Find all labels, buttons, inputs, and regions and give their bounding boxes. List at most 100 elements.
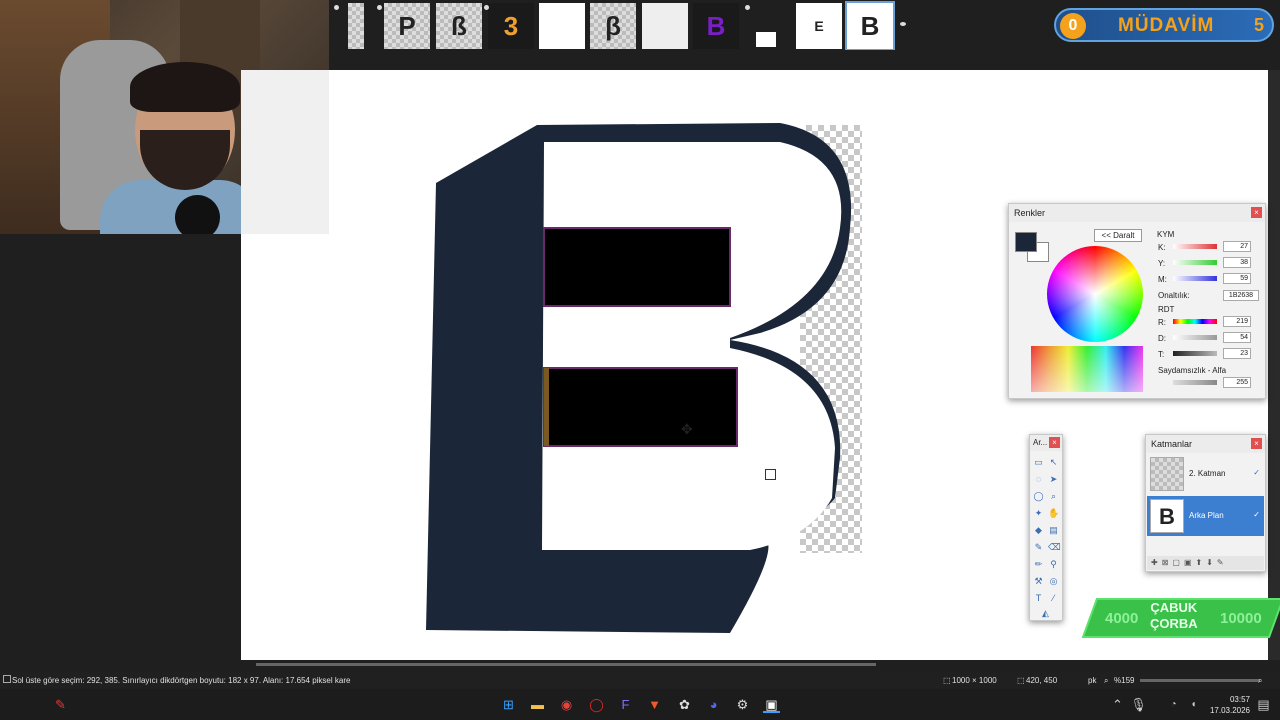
d-value-field[interactable]: 54 xyxy=(1223,332,1251,343)
windows-start-icon[interactable]: ⊞ xyxy=(500,696,517,713)
screen: P ß 3 β B E B 0 MÜDAVİM 5 ✥ Renkler × <<… xyxy=(0,0,1280,720)
paint-bucket-icon[interactable]: ◆ xyxy=(1033,525,1044,536)
image-tab[interactable]: ß xyxy=(436,3,482,49)
hue-slider[interactable] xyxy=(1173,319,1217,324)
volume-icon[interactable]: ◖ xyxy=(1185,696,1202,713)
close-icon[interactable]: × xyxy=(1049,437,1060,448)
m-value-field[interactable]: 59 xyxy=(1223,273,1251,284)
value-slider[interactable] xyxy=(1173,351,1217,356)
unit-selector[interactable]: pk xyxy=(1088,676,1096,685)
notification-icon[interactable]: ▤ xyxy=(1255,696,1272,713)
image-tab[interactable] xyxy=(642,3,688,49)
image-tab[interactable] xyxy=(348,3,364,49)
move-icon[interactable]: ↖ xyxy=(1048,457,1059,468)
ellipse-select-icon[interactable]: ◯ xyxy=(1033,491,1044,502)
k-slider[interactable] xyxy=(1173,244,1217,249)
t-value-field[interactable]: 23 xyxy=(1223,348,1251,359)
line-icon[interactable]: ⁄ xyxy=(1048,593,1059,604)
pencil-icon[interactable]: ✏ xyxy=(1033,559,1044,570)
zoom-in-icon[interactable]: ⌕ xyxy=(1258,676,1262,686)
image-tab[interactable]: B xyxy=(693,3,739,49)
image-tabs: P ß 3 β B E B xyxy=(334,0,910,51)
app-icon[interactable]: ⚙ xyxy=(734,696,751,713)
brave-icon[interactable]: ▼ xyxy=(646,696,663,713)
color-palette[interactable] xyxy=(1031,346,1143,392)
file-explorer-icon[interactable]: ▬ xyxy=(529,696,546,713)
image-size: 1000 × 1000 xyxy=(952,676,997,685)
opera-icon[interactable]: ◯ xyxy=(588,696,605,713)
magic-wand-icon[interactable]: ✦ xyxy=(1033,508,1044,519)
cmyk-header: KYM xyxy=(1157,230,1175,239)
gradient-icon[interactable]: ▤ xyxy=(1048,525,1059,536)
rect-select-icon[interactable]: ▭ xyxy=(1033,457,1044,468)
image-tab[interactable] xyxy=(756,32,776,47)
layers-panel: Katmanlar × 2. Katman ✓ B Arka Plan ✓ ✚⊠… xyxy=(1145,434,1266,572)
letter-b-artwork[interactable] xyxy=(420,118,870,638)
app-logo-icon: ✎ xyxy=(55,697,66,712)
image-tab[interactable] xyxy=(539,3,585,49)
brush-icon[interactable]: ✎ xyxy=(1033,542,1044,553)
eraser-icon[interactable]: ⌫ xyxy=(1048,542,1061,553)
chrome-icon[interactable]: ◉ xyxy=(558,696,575,713)
discord-icon[interactable]: ◕ xyxy=(705,696,722,713)
zoom-out-icon[interactable]: ⌕ xyxy=(1104,676,1108,686)
lasso-icon[interactable]: ◌ xyxy=(1033,474,1044,485)
text-icon[interactable]: T xyxy=(1033,593,1044,604)
network-icon[interactable]: ◔ xyxy=(1165,696,1182,713)
alpha-value-field[interactable]: 255 xyxy=(1223,377,1251,388)
letter-b-shape xyxy=(426,123,852,633)
paintdotnet-icon[interactable]: ▣ xyxy=(763,696,780,713)
close-icon[interactable]: × xyxy=(1251,438,1262,449)
image-tab-active[interactable]: B xyxy=(845,1,895,51)
layer-item-selected[interactable]: B Arka Plan ✓ xyxy=(1147,496,1264,536)
m-slider[interactable] xyxy=(1173,276,1217,281)
move-cursor-icon: ✥ xyxy=(681,421,693,437)
colors-panel-title: Renkler xyxy=(1009,204,1265,222)
color-wheel[interactable] xyxy=(1047,246,1143,342)
alpha-label: Saydamsızlık - Alfa xyxy=(1158,366,1227,375)
hex-field[interactable]: 1B2638 xyxy=(1223,290,1259,301)
microphone-icon[interactable]: 🎙 xyxy=(1130,696,1147,713)
layers-toolbar[interactable]: ✚⊠▢▣⬆⬇✎ xyxy=(1147,556,1264,570)
pan-icon[interactable]: ✋ xyxy=(1048,508,1059,519)
image-tab[interactable]: P xyxy=(384,3,430,49)
image-tab[interactable]: 3 xyxy=(488,3,534,49)
chatgpt-icon[interactable]: ✿ xyxy=(676,696,693,713)
vertical-scrollbar[interactable] xyxy=(1268,70,1280,660)
r-value-field[interactable]: 219 xyxy=(1223,316,1251,327)
primary-color-swatch[interactable] xyxy=(1015,232,1037,252)
layer-visibility-checkbox[interactable]: ✓ xyxy=(1253,468,1260,477)
zoom-level[interactable]: %159 xyxy=(1114,676,1134,685)
close-icon[interactable]: × xyxy=(1251,207,1262,218)
layer-thumbnail: B xyxy=(1150,499,1184,533)
corba-right-value: 10000 xyxy=(1220,610,1262,627)
color-picker-icon[interactable]: ⚲ xyxy=(1048,559,1059,570)
image-tab[interactable]: E xyxy=(796,3,842,49)
clock[interactable]: 03:57 17.03.2026 xyxy=(1210,694,1250,716)
selection-handle[interactable] xyxy=(765,469,776,480)
tray-expand-icon[interactable]: ⌃ xyxy=(1109,696,1126,713)
image-tab[interactable]: β xyxy=(590,3,636,49)
horizontal-scrollbar[interactable] xyxy=(256,663,876,666)
move-selection-icon[interactable]: ➤ xyxy=(1048,474,1059,485)
saturation-slider[interactable] xyxy=(1173,335,1217,340)
recolor-icon[interactable]: ◎ xyxy=(1048,576,1059,587)
y-slider[interactable] xyxy=(1173,260,1217,265)
zoom-icon[interactable]: ⌕ xyxy=(1048,491,1059,502)
k-value-field[interactable]: 27 xyxy=(1223,241,1251,252)
zoom-slider[interactable] xyxy=(1140,679,1260,682)
collapse-button[interactable]: << Daralt xyxy=(1094,229,1142,242)
image-size-icon: ⬚ xyxy=(943,676,951,685)
corba-left-value: 4000 xyxy=(1105,610,1139,627)
mudavim-level: 5 xyxy=(1253,15,1264,35)
rgb-header: RDT xyxy=(1158,305,1175,314)
layer-visibility-checkbox[interactable]: ✓ xyxy=(1253,510,1260,519)
app-icon[interactable]: F xyxy=(617,696,634,713)
clone-stamp-icon[interactable]: ⚒ xyxy=(1033,576,1044,587)
y-value-field[interactable]: 38 xyxy=(1223,257,1251,268)
layer-item[interactable]: 2. Katman ✓ xyxy=(1147,454,1264,494)
shapes-icon[interactable]: ◭ xyxy=(1040,608,1051,619)
layer-name: Arka Plan xyxy=(1189,511,1224,520)
clock-date: 17.03.2026 xyxy=(1209,706,1250,715)
alpha-slider[interactable] xyxy=(1173,380,1217,385)
